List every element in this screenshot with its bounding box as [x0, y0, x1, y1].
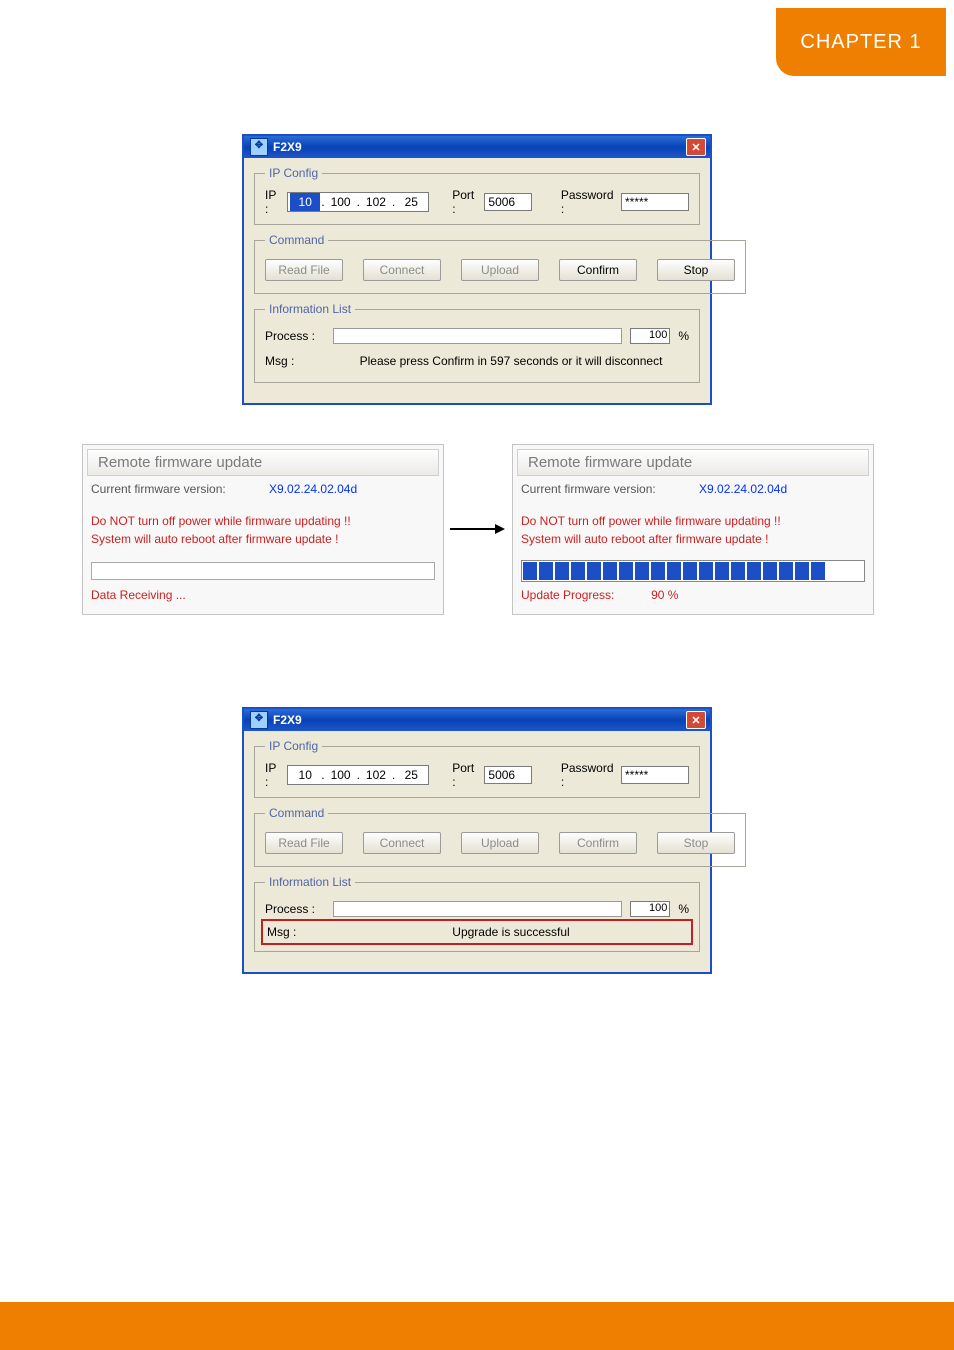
rfu-progress-value: 90 % [651, 588, 678, 602]
ip-label: IP : [265, 761, 281, 789]
stop-button[interactable]: Stop [657, 259, 735, 281]
stop-button[interactable]: Stop [657, 832, 735, 854]
rfu-panel-progress: Remote firmware update Current firmware … [512, 444, 874, 615]
upload-button[interactable]: Upload [461, 259, 539, 281]
rfu-version: X9.02.24.02.04d [699, 482, 787, 496]
read-file-button[interactable]: Read File [265, 832, 343, 854]
read-file-button[interactable]: Read File [265, 259, 343, 281]
port-label: Port : [452, 761, 478, 789]
connect-button[interactable]: Connect [363, 832, 441, 854]
window-title: F2X9 [273, 140, 302, 154]
msg-label: Msg : [267, 925, 327, 939]
rfu-warn1: Do NOT turn off power while firmware upd… [513, 512, 873, 530]
ip-config-legend: IP Config [265, 166, 322, 180]
percent-unit: % [678, 329, 689, 343]
chapter-tab: CHAPTER 1 [776, 8, 946, 76]
password-input[interactable] [621, 193, 689, 211]
rfu-warn2: System will auto reboot after firmware u… [513, 530, 873, 548]
info-legend: Information List [265, 302, 355, 316]
msg-text: Please press Confirm in 597 seconds or i… [333, 352, 689, 370]
titlebar: ✥ F2X9 ✕ [244, 709, 710, 731]
rfu-progress-bar [521, 560, 865, 582]
arrow-icon [450, 524, 505, 534]
process-label: Process : [265, 902, 325, 916]
command-group: Command Read File Connect Upload Confirm… [254, 233, 746, 294]
command-legend: Command [265, 806, 328, 820]
window-title: F2X9 [273, 713, 302, 727]
chapter-tab-text: CHAPTER 1 [800, 31, 921, 54]
info-group: Information List Process : 100 % Msg : P… [254, 302, 700, 383]
password-input[interactable] [621, 766, 689, 784]
command-group: Command Read File Connect Upload Confirm… [254, 806, 746, 867]
port-input[interactable] [484, 193, 532, 211]
rfu-title: Remote firmware update [517, 449, 869, 476]
rfu-current-line: Current firmware version: X9.02.24.02.04… [513, 480, 873, 498]
rfu-warn1: Do NOT turn off power while firmware upd… [83, 512, 443, 530]
ip-oct1[interactable] [290, 193, 320, 211]
password-label: Password : [561, 188, 615, 216]
rfu-progress-label: Update Progress: [521, 588, 614, 602]
process-progress [333, 328, 622, 344]
rfu-bottom-text: Data Receiving ... [83, 586, 443, 604]
process-label: Process : [265, 329, 325, 343]
ip-oct3[interactable] [361, 766, 391, 784]
ip-label: IP : [265, 188, 281, 216]
percent-unit: % [678, 902, 689, 916]
info-group: Information List Process : 100 % Msg : U… [254, 875, 700, 952]
app-icon: ✥ [250, 138, 268, 156]
rfu-empty-progress [91, 562, 435, 580]
msg-highlight: Msg : Upgrade is successful [261, 919, 693, 945]
process-value: 100 [630, 901, 670, 917]
ip-input[interactable]: . . . [287, 192, 429, 212]
ip-config-legend: IP Config [265, 739, 322, 753]
process-value: 100 [630, 328, 670, 344]
rfu-version: X9.02.24.02.04d [269, 482, 357, 496]
titlebar: ✥ F2X9 ✕ [244, 136, 710, 158]
password-label: Password : [561, 761, 615, 789]
command-legend: Command [265, 233, 328, 247]
rfu-progress-line: Update Progress: 90 % [513, 586, 873, 604]
confirm-button[interactable]: Confirm [559, 259, 637, 281]
process-progress [333, 901, 622, 917]
rfu-current-line: Current firmware version: X9.02.24.02.04… [83, 480, 443, 498]
upload-button[interactable]: Upload [461, 832, 539, 854]
rfu-panel-receiving: Remote firmware update Current firmware … [82, 444, 444, 615]
msg-label: Msg : [265, 354, 325, 368]
f2x9-window-confirm: ✥ F2X9 ✕ IP Config IP : . . . Port : [242, 134, 712, 405]
port-label: Port : [452, 188, 478, 216]
close-icon[interactable]: ✕ [686, 138, 706, 156]
port-input[interactable] [484, 766, 532, 784]
f2x9-window-success: ✥ F2X9 ✕ IP Config IP : . . . Port : [242, 707, 712, 974]
ip-input[interactable]: . . . [287, 765, 429, 785]
rfu-current-label: Current firmware version: [91, 482, 226, 496]
rfu-current-label: Current firmware version: [521, 482, 656, 496]
ip-oct2[interactable] [326, 193, 356, 211]
ip-oct2[interactable] [326, 766, 356, 784]
ip-oct1[interactable] [290, 766, 320, 784]
info-legend: Information List [265, 875, 355, 889]
rfu-warn2: System will auto reboot after firmware u… [83, 530, 443, 548]
rfu-title: Remote firmware update [87, 449, 439, 476]
ip-oct3[interactable] [361, 193, 391, 211]
ip-oct4[interactable] [396, 193, 426, 211]
close-icon[interactable]: ✕ [686, 711, 706, 729]
footer-bar [0, 1302, 954, 1350]
ip-config-group: IP Config IP : . . . Port : Password : [254, 166, 700, 225]
msg-text: Upgrade is successful [335, 923, 687, 941]
ip-config-group: IP Config IP : . . . Port : Password : [254, 739, 700, 798]
confirm-button[interactable]: Confirm [559, 832, 637, 854]
connect-button[interactable]: Connect [363, 259, 441, 281]
ip-oct4[interactable] [396, 766, 426, 784]
app-icon: ✥ [250, 711, 268, 729]
